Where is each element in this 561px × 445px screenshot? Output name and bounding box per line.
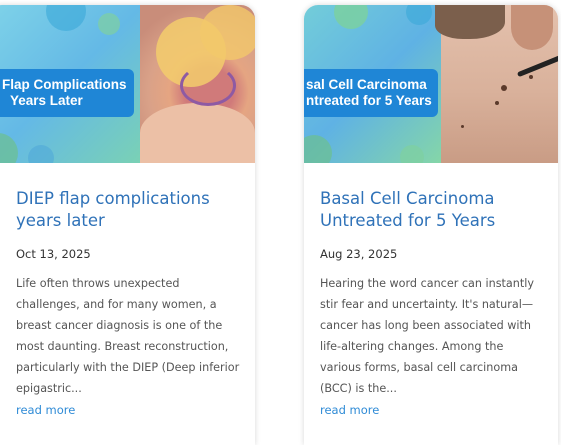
thumbnail-anatomy-illustration: [140, 5, 255, 163]
excerpt-line: Life often throws unexpected: [16, 277, 180, 290]
overlay-text-line: Years Later: [10, 93, 83, 108]
read-more-link[interactable]: read more: [320, 401, 379, 419]
card-title-line[interactable]: DIEP flap complications: [16, 189, 210, 208]
overlay-text-line: ntreated for 5 Years: [306, 93, 432, 108]
thumbnail-overlay-label: Flap Complications Years Later: [0, 69, 134, 117]
decorative-circle: [304, 135, 332, 163]
thumbnail-skin-photo: [435, 5, 558, 163]
excerpt-line: particularly with the DIEP (Deep inferio…: [16, 361, 240, 374]
decorative-circle: [406, 5, 432, 25]
excerpt-line: cancer has long been associated with: [320, 319, 531, 332]
blog-card-bcc[interactable]: sal Cell Carcinoma ntreated for 5 Years …: [304, 5, 558, 445]
read-more-link[interactable]: read more: [16, 401, 75, 419]
excerpt-line: (BCC) is the...: [320, 382, 397, 395]
excerpt-line: Hearing the word cancer can instantly: [320, 277, 534, 290]
card-thumbnail-image[interactable]: Flap Complications Years Later: [0, 5, 255, 163]
excerpt-line: challenges, and for many women, a: [16, 298, 217, 311]
blog-card-diep[interactable]: Flap Complications Years Later DIEP flap…: [0, 5, 255, 445]
decorative-circle: [400, 145, 424, 163]
overlay-text-line: sal Cell Carcinoma: [306, 77, 427, 92]
excerpt-line: epigastric...: [16, 382, 82, 395]
overlay-text-line: Flap Complications: [2, 77, 127, 92]
excerpt-line: various forms, basal cell carcinoma: [320, 361, 518, 374]
card-title-line[interactable]: Basal Cell Carcinoma: [320, 189, 495, 208]
excerpt-line: stir fear and uncertainty. It's natural—: [320, 298, 534, 311]
decorative-circle: [28, 145, 54, 163]
card-title[interactable]: Basal Cell Carcinoma Untreated for 5 Yea…: [320, 163, 558, 232]
card-date: Oct 13, 2025: [16, 247, 91, 261]
thumbnail-overlay-label: sal Cell Carcinoma ntreated for 5 Years: [304, 69, 438, 117]
card-title[interactable]: DIEP flap complications years later: [16, 163, 255, 232]
card-title-line[interactable]: years later: [16, 211, 105, 230]
card-excerpt: Hearing the word cancer can instantly st…: [320, 273, 558, 399]
decorative-circle: [46, 5, 86, 31]
excerpt-line: breast cancer diagnosis is one of the: [16, 319, 223, 332]
decorative-circle: [0, 133, 18, 163]
card-title-line[interactable]: Untreated for 5 Years: [320, 211, 495, 230]
excerpt-line: most daunting. Breast reconstruction,: [16, 340, 229, 353]
decorative-circle: [334, 5, 368, 29]
decorative-circle: [98, 13, 120, 35]
card-excerpt: Life often throws unexpected challenges,…: [16, 273, 255, 399]
card-thumbnail-image[interactable]: sal Cell Carcinoma ntreated for 5 Years: [304, 5, 558, 163]
card-date: Aug 23, 2025: [320, 247, 398, 261]
excerpt-line: life-altering changes. Among the: [320, 340, 504, 353]
